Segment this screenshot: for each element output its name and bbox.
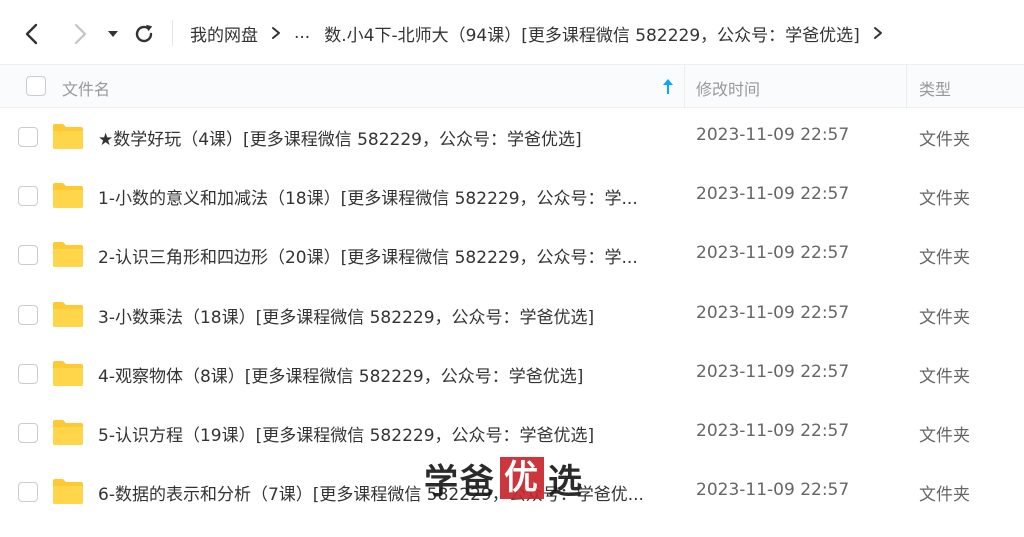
file-row[interactable]: 4-观察物体（8课）[更多课程微信 582229，公众号：学爸优选] 2023-… [0, 345, 1024, 404]
file-modified-time: 2023-11-09 22:57 [696, 362, 850, 382]
folder-icon [53, 242, 83, 267]
breadcrumb-more-icon[interactable] [872, 26, 884, 40]
file-row[interactable]: 6-数据的表示和分析（7课）[更多课程微信 582229，公众号：学爸优... … [0, 463, 1024, 522]
refresh-button[interactable] [130, 20, 158, 48]
column-divider[interactable] [684, 65, 685, 109]
file-type: 文件夹 [919, 189, 970, 209]
file-type: 文件夹 [919, 426, 970, 446]
breadcrumb-ellipsis[interactable]: ... [294, 23, 310, 43]
row-checkbox[interactable] [18, 245, 38, 265]
select-all-checkbox[interactable] [26, 76, 46, 96]
chevron-right-icon [74, 23, 87, 45]
breadcrumb-current: 数.小4下-北师大（94课）[更多课程微信 582229，公众号：学爸优选] [324, 25, 860, 46]
file-name[interactable]: 5-认识方程（19课）[更多课程微信 582229，公众号：学爸优选] [98, 421, 668, 446]
file-modified-time: 2023-11-09 22:57 [696, 303, 850, 323]
column-header-modified[interactable]: 修改时间 [696, 76, 760, 100]
file-type: 文件夹 [919, 248, 970, 268]
chevron-left-icon [25, 23, 38, 45]
sort-ascending-icon[interactable] [661, 78, 675, 96]
row-checkbox[interactable] [18, 305, 38, 325]
navigation-bar: 我的网盘 ... 数.小4下-北师大（94课）[更多课程微信 582229，公众… [0, 0, 1024, 64]
folder-icon [53, 420, 83, 445]
file-type: 文件夹 [919, 130, 970, 150]
row-checkbox[interactable] [18, 364, 38, 384]
folder-icon [53, 361, 83, 386]
file-type: 文件夹 [919, 485, 970, 505]
row-checkbox[interactable] [18, 127, 38, 147]
refresh-icon [135, 24, 153, 43]
column-divider[interactable] [906, 65, 907, 109]
file-type: 文件夹 [919, 308, 970, 328]
file-row[interactable]: ★数学好玩（4课）[更多课程微信 582229，公众号：学爸优选] 2023-1… [0, 108, 1024, 167]
file-name[interactable]: ★数学好玩（4课）[更多课程微信 582229，公众号：学爸优选] [98, 125, 668, 150]
folder-icon [53, 302, 83, 327]
file-name[interactable]: 6-数据的表示和分析（7课）[更多课程微信 582229，公众号：学爸优... [98, 480, 668, 505]
folder-icon [53, 183, 83, 208]
column-header-name[interactable]: 文件名 [62, 76, 110, 100]
file-name[interactable]: 3-小数乘法（18课）[更多课程微信 582229，公众号：学爸优选] [98, 303, 668, 328]
file-modified-time: 2023-11-09 22:57 [696, 125, 850, 145]
file-modified-time: 2023-11-09 22:57 [696, 480, 850, 500]
row-checkbox[interactable] [18, 423, 38, 443]
history-dropdown-button[interactable] [104, 22, 122, 46]
column-header-type[interactable]: 类型 [919, 76, 951, 100]
row-checkbox[interactable] [18, 482, 38, 502]
file-modified-time: 2023-11-09 22:57 [696, 184, 850, 204]
file-name[interactable]: 2-认识三角形和四边形（20课）[更多课程微信 582229，公众号：学... [98, 243, 668, 268]
breadcrumb-separator-icon [270, 26, 282, 40]
folder-icon [53, 124, 83, 149]
file-name[interactable]: 1-小数的意义和加减法（18课）[更多课程微信 582229，公众号：学... [98, 184, 668, 209]
breadcrumb: 我的网盘 ... 数.小4下-北师大（94课）[更多课程微信 582229，公众… [190, 18, 896, 48]
file-list-header: 文件名 修改时间 类型 [0, 64, 1024, 109]
file-row[interactable]: 5-认识方程（19课）[更多课程微信 582229，公众号：学爸优选] 2023… [0, 404, 1024, 463]
folder-icon [53, 479, 83, 504]
back-button[interactable] [18, 20, 46, 48]
row-checkbox[interactable] [18, 186, 38, 206]
file-type: 文件夹 [919, 367, 970, 387]
file-modified-time: 2023-11-09 22:57 [696, 243, 850, 263]
nav-divider [172, 20, 173, 46]
file-name[interactable]: 4-观察物体（8课）[更多课程微信 582229，公众号：学爸优选] [98, 362, 668, 387]
file-row[interactable]: 3-小数乘法（18课）[更多课程微信 582229，公众号：学爸优选] 2023… [0, 286, 1024, 345]
breadcrumb-root[interactable]: 我的网盘 [190, 21, 258, 46]
file-modified-time: 2023-11-09 22:57 [696, 421, 850, 441]
file-row[interactable]: 1-小数的意义和加减法（18课）[更多课程微信 582229，公众号：学... … [0, 167, 1024, 226]
caret-down-icon [108, 31, 118, 37]
forward-button[interactable] [66, 20, 94, 48]
file-row[interactable]: 2-认识三角形和四边形（20课）[更多课程微信 582229，公众号：学... … [0, 226, 1024, 285]
